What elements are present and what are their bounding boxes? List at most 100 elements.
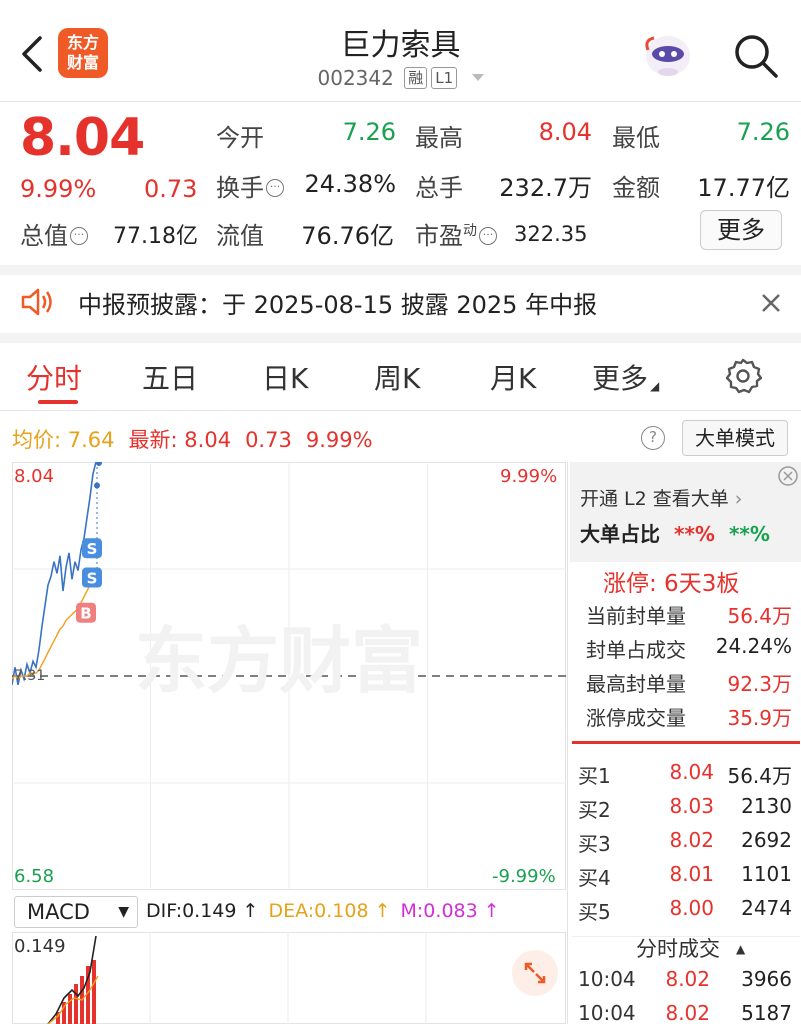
tab-more-label: 更多 xyxy=(592,362,649,395)
low-label: 最低 xyxy=(612,124,660,152)
robot-assistant-icon[interactable] xyxy=(640,30,696,80)
macd-values: DIF:0.149 ↑ DEA:0.108 ↑ M:0.083 ↑ xyxy=(146,900,500,922)
intraday-chart[interactable]: 东方财富SSB xyxy=(12,462,566,890)
trade-price: 8.02 xyxy=(665,1001,710,1024)
latest-price-value: 8.04 xyxy=(184,428,232,452)
volume-value: 232.7万 xyxy=(499,174,592,202)
tab-more[interactable]: 更多 ◢ xyxy=(592,357,659,397)
turnover-value: 24.38% xyxy=(304,170,396,198)
book-label: 买4 xyxy=(578,866,611,890)
panel-row-label: 最高封单量 xyxy=(586,672,686,696)
l2-promo-box[interactable]: 开通 L2 查看大单 › 大单占比 **% **% xyxy=(570,462,801,562)
macd-chart[interactable] xyxy=(12,932,566,1024)
low-value: 7.26 xyxy=(736,118,790,146)
big-order-mode-button[interactable]: 大单模式 xyxy=(682,420,788,456)
l2-promo-label: 开通 L2 查看大单 xyxy=(580,488,729,510)
tab-daily-k[interactable]: 日K xyxy=(262,357,308,397)
latest-change: 0.73 xyxy=(245,428,292,452)
float-label: 流值 xyxy=(216,222,264,250)
divider xyxy=(0,265,801,275)
book-volume: 2474 xyxy=(741,896,792,920)
expand-arrows-icon xyxy=(524,962,546,984)
open-label: 今开 xyxy=(216,124,264,152)
mktcap-label[interactable]: 总值 ··· xyxy=(20,216,88,251)
tab-weekly-k[interactable]: 周K xyxy=(374,357,420,397)
turnover-label[interactable]: 换手 ··· xyxy=(216,168,284,203)
close-icon[interactable] xyxy=(778,466,798,486)
latest-price-label: 最新: xyxy=(128,428,185,452)
trade-time: 10:04 xyxy=(578,1001,636,1024)
divider xyxy=(0,410,801,411)
more-button[interactable]: 更多 xyxy=(700,210,782,250)
mktcap-label-text: 总值 xyxy=(20,222,68,250)
panel-row-value: 92.3万 xyxy=(727,672,792,696)
book-label: 买3 xyxy=(578,832,611,856)
intraday-summary: 均价: 7.64 最新: 8.04 0.73 9.99% xyxy=(12,424,373,454)
stock-code: 002342 xyxy=(317,66,394,90)
notice-text[interactable]: 中报预披露：于 2025-08-15 披露 2025 年中报 xyxy=(78,285,597,320)
l2-promo-text: 开通 L2 查看大单 › xyxy=(580,484,742,511)
chevron-down-icon: ▼ xyxy=(118,904,129,920)
limit-divider xyxy=(572,741,800,744)
big-order-ratio-label: 大单占比 xyxy=(580,522,660,546)
macd-bar xyxy=(68,994,72,1024)
big-order-ratio: 大单占比 **% **% xyxy=(580,518,770,547)
average-price-line xyxy=(12,578,99,680)
price-dot xyxy=(94,482,100,489)
triangle-icon: ◢ xyxy=(650,379,660,393)
chevron-right-icon: › xyxy=(734,488,743,510)
pe-value: 322.35 xyxy=(514,222,588,246)
book-volume: 1101 xyxy=(741,862,792,886)
trade-time: 10:04 xyxy=(578,967,636,991)
settings-gear-icon[interactable] xyxy=(724,357,762,395)
book-label: 买1 xyxy=(578,764,611,788)
panel-row-value: 24.24% xyxy=(715,634,792,658)
header: 东方 财富 巨力索具 002342 融 L1 xyxy=(0,0,801,100)
tab-intraday[interactable]: 分时 xyxy=(26,357,82,397)
avg-price-label: 均价: xyxy=(12,428,68,452)
active-tab-indicator xyxy=(38,400,78,404)
pe-label[interactable]: 市盈动 ··· xyxy=(415,216,497,251)
trades-title: 分时成交 xyxy=(636,937,720,961)
tab-five-day[interactable]: 五日 xyxy=(142,357,198,397)
panel-row-value: 35.9万 xyxy=(727,706,792,730)
info-dots-icon: ··· xyxy=(70,227,88,245)
trades-header[interactable]: 分时成交 ▲ xyxy=(636,933,745,963)
info-dots-icon: ··· xyxy=(266,179,284,197)
high-value: 8.04 xyxy=(538,118,592,146)
sell-marker-label: S xyxy=(87,540,98,558)
volume-label: 总手 xyxy=(415,174,463,202)
price-dot xyxy=(96,462,102,466)
panel-row-label: 当前封单量 xyxy=(586,604,686,628)
close-icon[interactable] xyxy=(760,292,782,314)
margin-tag: 融 xyxy=(404,67,428,89)
expand-button[interactable] xyxy=(512,950,558,996)
book-label: 买2 xyxy=(578,798,611,822)
tab-monthly-k[interactable]: 月K xyxy=(490,357,536,397)
panel-row-value: 56.4万 xyxy=(727,604,792,628)
y-axis-top-label: 8.04 xyxy=(14,466,55,487)
macd-top-label: 0.149 xyxy=(14,936,66,957)
baseline-label: 7.31 xyxy=(14,668,46,684)
indicator-select[interactable]: MACD ▼ xyxy=(14,896,138,928)
buy-marker-label: B xyxy=(80,605,91,623)
pe-label-text: 市盈 xyxy=(415,222,463,250)
amount-value: 17.77亿 xyxy=(697,174,790,202)
macd-dif: DIF:0.149 ↑ xyxy=(146,900,259,922)
search-icon[interactable] xyxy=(730,30,780,80)
panel-separator xyxy=(567,462,568,1024)
chevron-down-icon xyxy=(471,74,484,81)
help-icon[interactable]: ? xyxy=(641,426,665,450)
mktcap-value: 77.18亿 xyxy=(113,224,198,249)
panel-row-label: 涨停成交量 xyxy=(586,706,686,730)
triangle-up-icon: ▲ xyxy=(736,942,746,956)
float-value: 76.76亿 xyxy=(301,222,394,250)
pct-axis-top-label: 9.99% xyxy=(500,466,558,487)
macd-bar xyxy=(92,960,96,1024)
pe-superscript: 动 xyxy=(463,223,477,239)
amount-label: 金额 xyxy=(612,174,660,202)
change-amount: 0.73 xyxy=(144,175,198,203)
panel-row-label: 封单占成交 xyxy=(586,638,686,662)
book-label: 买5 xyxy=(578,900,611,924)
book-volume: 2692 xyxy=(741,828,792,852)
